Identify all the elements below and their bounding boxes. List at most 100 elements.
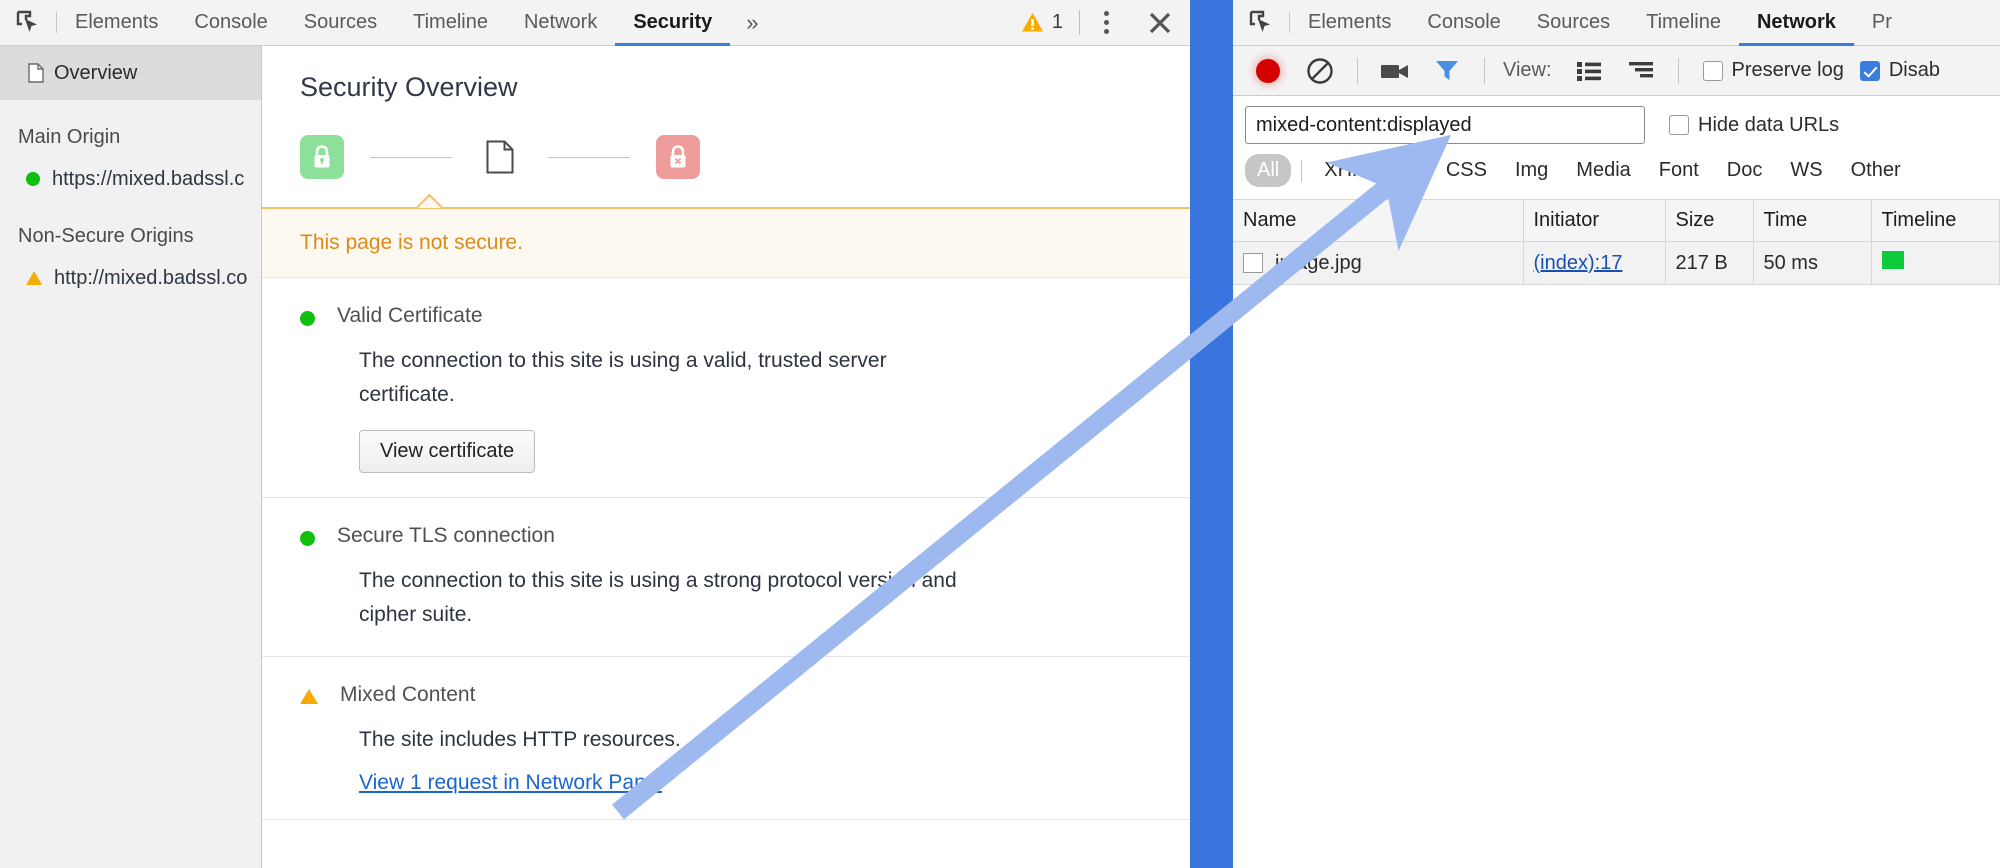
tab-network-right[interactable]: Network bbox=[1738, 1, 1854, 46]
request-thumbnail-placeholder bbox=[1243, 253, 1263, 274]
section-description-mixed-content: The site includes HTTP resources. bbox=[359, 728, 681, 752]
orange-warning-triangle-icon bbox=[26, 271, 42, 285]
checkbox-box bbox=[1702, 60, 1723, 81]
insecure-lock-icon bbox=[656, 135, 700, 179]
cell-timeline bbox=[1871, 241, 2000, 285]
disable-cache-label: Disab bbox=[1888, 59, 1940, 81]
disable-cache-checkbox[interactable]: Disab bbox=[1859, 59, 1940, 82]
preserve-log-checkbox[interactable]: Preserve log bbox=[1702, 59, 1844, 82]
sidebar-item-overview[interactable]: Overview bbox=[0, 46, 261, 100]
section-description-tls: The connection to this site is using a s… bbox=[359, 569, 957, 627]
filter-chip-font[interactable]: Font bbox=[1647, 154, 1711, 187]
tab-console[interactable]: Console bbox=[176, 1, 285, 46]
status-ok-dot-icon bbox=[300, 311, 315, 326]
kebab-menu-icon[interactable] bbox=[1082, 0, 1130, 45]
column-header-timeline[interactable]: Timeline bbox=[1871, 199, 2000, 242]
table-row[interactable]: image.jpg (index):17 217 B 50 ms bbox=[1233, 241, 2000, 285]
filter-chip-all[interactable]: All bbox=[1245, 154, 1292, 187]
tab-sources[interactable]: Sources bbox=[286, 1, 395, 46]
cell-time: 50 ms bbox=[1753, 241, 1872, 285]
security-panel-body: Overview Main Origin https://mixed.badss… bbox=[0, 46, 1190, 868]
secure-lock-icon bbox=[300, 135, 344, 179]
cell-initiator: (index):17 bbox=[1523, 241, 1666, 285]
tab-elements-right[interactable]: Elements bbox=[1290, 1, 1409, 46]
request-name-label: image.jpg bbox=[1275, 251, 1362, 274]
status-warning-triangle-icon bbox=[300, 689, 318, 705]
tab-security[interactable]: Security bbox=[615, 1, 731, 46]
security-section-tls: Secure TLS connection The connection to … bbox=[262, 498, 1190, 658]
view-requests-in-network-link[interactable]: View 1 request in Network Panel bbox=[359, 771, 662, 795]
tab-elements[interactable]: Elements bbox=[57, 1, 176, 46]
tab-profiles-right[interactable]: Pr bbox=[1854, 1, 1910, 46]
toolbar-divider-4 bbox=[1484, 57, 1485, 84]
filter-chip-other[interactable]: Other bbox=[1839, 154, 1913, 187]
sidebar-origin-insecure[interactable]: http://mixed.badssl.co bbox=[0, 258, 261, 298]
record-button-icon[interactable] bbox=[1245, 48, 1291, 94]
column-header-size[interactable]: Size bbox=[1665, 199, 1754, 242]
network-filter-bar: Hide data URLs All XHR JS CSS Img Media … bbox=[1233, 96, 2000, 187]
filter-chip-doc[interactable]: Doc bbox=[1715, 154, 1775, 187]
sidebar-origin-secure[interactable]: https://mixed.badssl.c bbox=[0, 159, 261, 199]
column-header-name[interactable]: Name bbox=[1233, 199, 1524, 242]
devtools-tabbar-left: Elements Console Sources Timeline Networ… bbox=[0, 0, 1190, 46]
column-header-time[interactable]: Time bbox=[1753, 199, 1872, 242]
filter-chip-xhr[interactable]: XHR bbox=[1312, 154, 1378, 187]
insecure-banner-text: This page is not secure. bbox=[300, 231, 523, 254]
sidebar-item-overview-label: Overview bbox=[54, 61, 138, 84]
inspect-cursor-icon[interactable] bbox=[1233, 0, 1289, 45]
banner-notch bbox=[417, 194, 445, 208]
resource-type-filters: All XHR JS CSS Img Media Font Doc WS Oth… bbox=[1245, 154, 2000, 187]
toolbar-divider-5 bbox=[1677, 57, 1679, 84]
sidebar-origin-insecure-label: http://mixed.badssl.co bbox=[54, 266, 248, 289]
list-view-icon[interactable] bbox=[1566, 48, 1612, 94]
warning-count-badge[interactable]: 1 bbox=[1007, 0, 1077, 45]
filter-input[interactable] bbox=[1245, 106, 1645, 144]
section-title-certificate: Valid Certificate bbox=[337, 304, 483, 327]
tab-console-right[interactable]: Console bbox=[1409, 1, 1518, 46]
tab-sources-right[interactable]: Sources bbox=[1519, 1, 1628, 46]
filter-chip-media[interactable]: Media bbox=[1564, 154, 1642, 187]
insecure-banner: This page is not secure. bbox=[262, 207, 1190, 278]
status-ok-dot-icon bbox=[300, 531, 315, 547]
tab-timeline-right[interactable]: Timeline bbox=[1628, 1, 1739, 46]
initiator-link[interactable]: (index):17 bbox=[1534, 252, 1623, 274]
funnel-filter-icon[interactable] bbox=[1424, 48, 1470, 94]
chip-divider bbox=[1301, 159, 1303, 182]
view-label: View: bbox=[1503, 59, 1552, 81]
hide-data-urls-checkbox[interactable]: Hide data URLs bbox=[1669, 114, 1839, 137]
sidebar-section-non-secure: Non-Secure Origins bbox=[18, 225, 194, 247]
section-title-mixed-content: Mixed Content bbox=[340, 683, 476, 707]
close-icon[interactable] bbox=[1130, 0, 1190, 45]
security-summary-icons bbox=[262, 103, 1190, 189]
inspect-cursor-icon[interactable] bbox=[0, 0, 56, 45]
panel-divider bbox=[1190, 0, 1233, 868]
tab-timeline[interactable]: Timeline bbox=[395, 1, 506, 46]
sidebar-section-main-origin: Main Origin bbox=[18, 126, 121, 148]
security-section-mixed-content: Mixed Content The site includes HTTP res… bbox=[262, 657, 1190, 821]
tab-network[interactable]: Network bbox=[506, 1, 615, 46]
devtools-tabbar-right: Elements Console Sources Timeline Networ… bbox=[1233, 0, 2000, 46]
security-main-content: Security Overview This page is not secur… bbox=[262, 46, 1190, 868]
devtools-network-panel: Elements Console Sources Timeline Networ… bbox=[1233, 0, 2000, 868]
devtools-security-panel: Elements Console Sources Timeline Networ… bbox=[0, 0, 1190, 868]
filter-chip-img[interactable]: Img bbox=[1503, 154, 1560, 187]
filter-chip-css[interactable]: CSS bbox=[1434, 154, 1499, 187]
security-section-certificate: Valid Certificate The connection to this… bbox=[262, 278, 1190, 499]
green-dot-icon bbox=[26, 172, 40, 186]
page-title: Security Overview bbox=[300, 72, 518, 102]
summary-connector-1 bbox=[370, 156, 452, 158]
view-certificate-button[interactable]: View certificate bbox=[359, 430, 536, 474]
more-tabs-icon[interactable]: » bbox=[730, 0, 774, 45]
filter-chip-js[interactable]: JS bbox=[1382, 154, 1429, 187]
filter-chip-ws[interactable]: WS bbox=[1778, 154, 1834, 187]
waterfall-view-icon[interactable] bbox=[1618, 48, 1664, 94]
camera-icon[interactable] bbox=[1372, 48, 1418, 94]
page-document-icon bbox=[478, 140, 522, 174]
network-toolbar: View: Preserve log Disab bbox=[1233, 46, 2000, 96]
section-description-certificate: The connection to this site is using a v… bbox=[359, 349, 887, 407]
column-header-initiator[interactable]: Initiator bbox=[1523, 199, 1666, 242]
security-sidebar: Overview Main Origin https://mixed.badss… bbox=[0, 46, 262, 868]
warning-count-label: 1 bbox=[1051, 11, 1063, 33]
clear-icon[interactable] bbox=[1297, 48, 1343, 94]
preserve-log-label: Preserve log bbox=[1731, 59, 1844, 81]
